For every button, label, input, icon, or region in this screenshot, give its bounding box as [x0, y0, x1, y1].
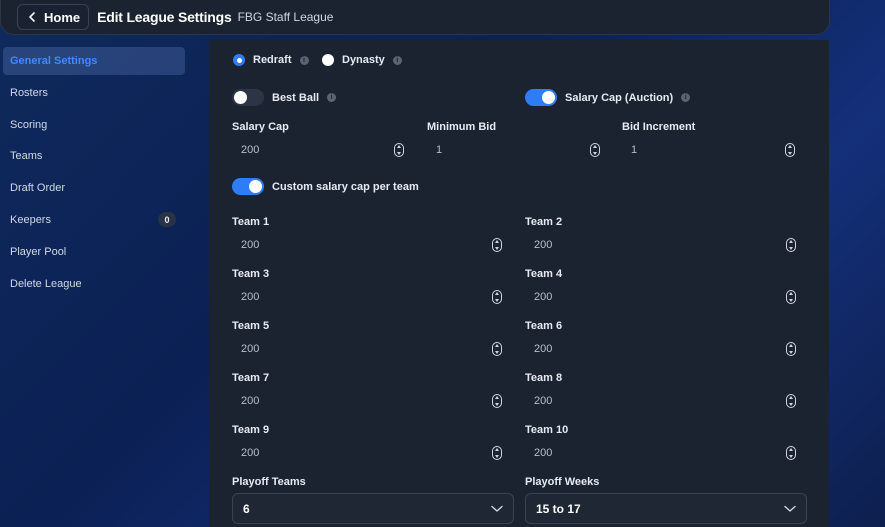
stepper-icon[interactable]: [492, 394, 502, 408]
team-10-cap-input[interactable]: 200: [526, 442, 800, 464]
chevron-down-icon: [784, 505, 796, 512]
stepper-icon[interactable]: [786, 342, 796, 356]
sidebar: General Settings Rosters Scoring Teams D…: [0, 35, 208, 527]
team-7-cap-input[interactable]: 200: [233, 390, 506, 412]
stepper-icon[interactable]: [492, 446, 502, 460]
stepper-icon[interactable]: [590, 143, 600, 157]
redraft-radio[interactable]: Redraft i: [233, 54, 309, 66]
radio-selected-icon: [233, 54, 245, 66]
chevron-down-icon: [491, 505, 503, 512]
playoff-teams-label: Playoff Teams: [232, 476, 306, 488]
sidebar-item-rosters[interactable]: Rosters: [3, 79, 185, 107]
keepers-count-badge: 0: [158, 212, 176, 227]
home-label: Home: [44, 9, 81, 25]
sidebar-item-player-pool[interactable]: Player Pool: [3, 238, 185, 266]
minimum-bid-input[interactable]: 1: [428, 139, 604, 161]
info-icon[interactable]: i: [681, 93, 691, 102]
stepper-icon[interactable]: [786, 446, 796, 460]
page-title: Edit League Settings: [97, 9, 232, 25]
team-8-label: Team 8: [525, 372, 563, 384]
team-8-cap-input[interactable]: 200: [526, 390, 800, 412]
team-2-label: Team 2: [525, 216, 563, 228]
info-icon[interactable]: i: [392, 55, 402, 65]
team-6-cap-input[interactable]: 200: [526, 338, 800, 360]
team-3-label: Team 3: [232, 268, 270, 280]
team-4-label: Team 4: [525, 268, 563, 280]
stepper-icon[interactable]: [492, 290, 502, 304]
custom-cap-row: Custom salary cap per team: [232, 178, 419, 195]
best-ball-row: Best Ball i: [232, 89, 337, 106]
team-9-label: Team 9: [232, 424, 270, 436]
sidebar-item-teams[interactable]: Teams: [3, 142, 185, 170]
salary-cap-label: Salary Cap: [232, 121, 289, 133]
playoff-weeks-label: Playoff Weeks: [525, 476, 600, 488]
stepper-icon[interactable]: [786, 394, 796, 408]
team-6-label: Team 6: [525, 320, 563, 332]
team-1-label: Team 1: [232, 216, 270, 228]
stepper-icon[interactable]: [785, 143, 795, 157]
sidebar-item-scoring[interactable]: Scoring: [3, 111, 185, 139]
league-name: FBG Staff League: [237, 10, 334, 24]
sidebar-item-general-settings[interactable]: General Settings: [3, 47, 185, 75]
salary-cap-toggle[interactable]: [525, 89, 557, 106]
team-7-label: Team 7: [232, 372, 270, 384]
team-4-cap-input[interactable]: 200: [526, 286, 800, 308]
stepper-icon[interactable]: [786, 238, 796, 252]
home-button[interactable]: Home: [17, 4, 90, 30]
sidebar-item-delete-league[interactable]: Delete League: [3, 270, 185, 298]
info-icon[interactable]: i: [327, 93, 337, 102]
stepper-icon[interactable]: [394, 143, 404, 157]
stepper-icon[interactable]: [492, 238, 502, 252]
team-10-label: Team 10: [525, 424, 569, 436]
stepper-icon[interactable]: [786, 290, 796, 304]
info-icon[interactable]: i: [299, 55, 309, 65]
sidebar-item-draft-order[interactable]: Draft Order: [3, 174, 185, 202]
team-5-cap-input[interactable]: 200: [233, 338, 506, 360]
radio-unselected-icon: [322, 54, 334, 66]
salary-cap-input[interactable]: 200: [233, 139, 408, 161]
top-bar: Home Edit League Settings FBG Staff Leag…: [0, 0, 830, 35]
stepper-icon[interactable]: [492, 342, 502, 356]
team-9-cap-input[interactable]: 200: [233, 442, 506, 464]
dynasty-radio[interactable]: Dynasty i: [322, 54, 402, 66]
team-5-label: Team 5: [232, 320, 270, 332]
team-3-cap-input[interactable]: 200: [233, 286, 506, 308]
team-2-cap-input[interactable]: 200: [526, 234, 800, 256]
team-1-cap-input[interactable]: 200: [233, 234, 506, 256]
chevron-left-icon: [29, 12, 35, 22]
minimum-bid-label: Minimum Bid: [427, 121, 497, 133]
bid-increment-input[interactable]: 1: [623, 139, 799, 161]
bid-increment-label: Bid Increment: [622, 121, 696, 133]
sidebar-item-keepers[interactable]: Keepers 0: [3, 206, 185, 234]
playoff-teams-select[interactable]: 6: [232, 493, 514, 524]
best-ball-toggle[interactable]: [232, 89, 264, 106]
playoff-weeks-select[interactable]: 15 to 17: [525, 493, 807, 524]
custom-cap-toggle[interactable]: [232, 178, 264, 195]
settings-panel: Redraft i Dynasty i Best Ball i Salary C…: [209, 40, 829, 527]
salary-cap-row: Salary Cap (Auction) i: [525, 89, 691, 106]
